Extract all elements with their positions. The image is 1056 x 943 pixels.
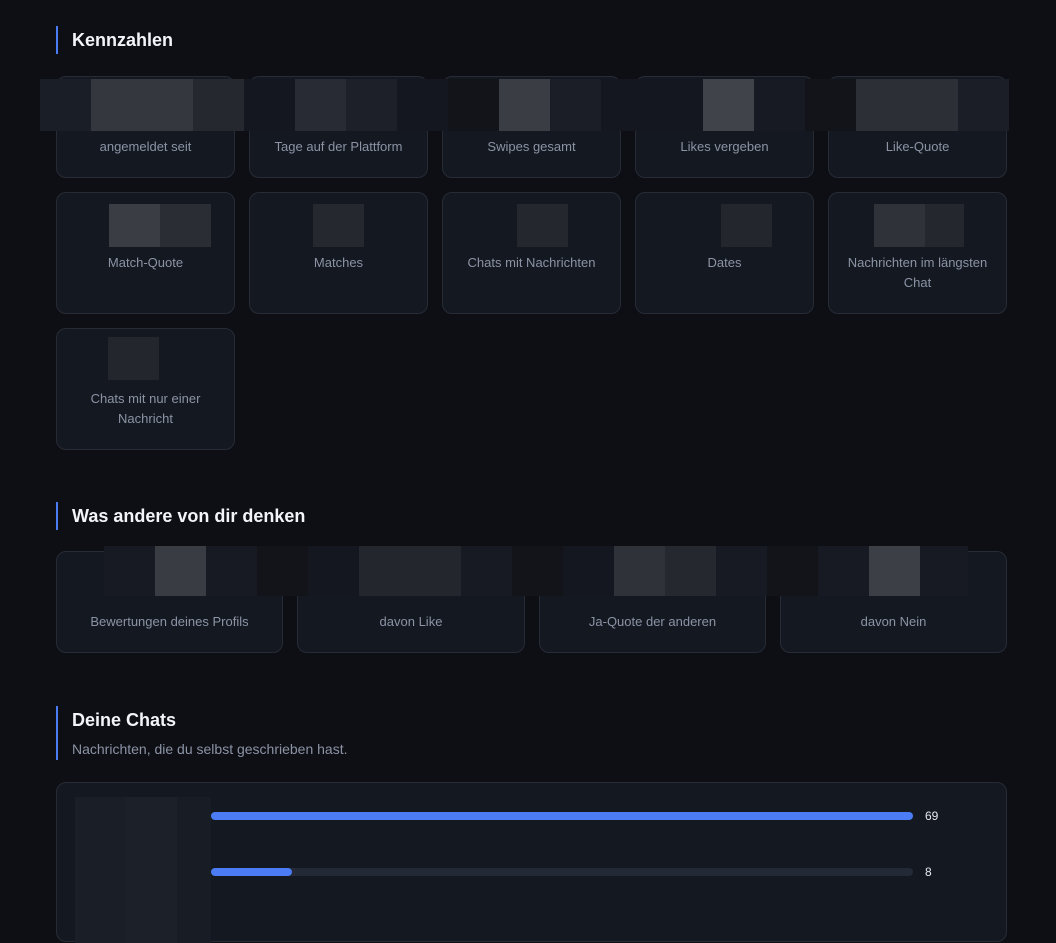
stat-label: Likes vergeben [680,139,769,154]
stat-label: Nachrichten im längsten Chat [847,255,988,290]
chats-header: Deine Chats Nachrichten, die du selbst g… [56,706,348,760]
stat-label: Swipes gesamt [487,139,576,154]
bar [211,812,913,820]
meinungen-header: Was andere von dir denken [56,502,305,530]
chats-subtitle: Nachrichten, die du selbst geschrieben h… [72,741,348,757]
opinion-label: Ja-Quote der anderen [588,614,717,629]
stat-label: Chats mit Nachrichten [467,255,596,270]
stat-label: Chats mit nur einer Nachricht [90,391,201,426]
kennzahlen-title: Kennzahlen [72,30,174,50]
stat-label: Tage auf der Plattform [274,139,403,154]
bar-track [211,812,913,820]
bar [211,868,293,876]
redacted-values-row-1 [40,79,1009,131]
bar-value-label: 69 [925,809,939,823]
chats-bar-chart: 69 8 [56,782,1007,943]
redacted-values-row-2 [721,204,772,247]
redacted-values-row-2 [109,204,211,247]
stat-label: Matches [313,255,364,270]
redacted-values-opinions [104,546,968,596]
redacted-values-row-2 [517,204,568,247]
opinion-label: Bewertungen deines Profils [90,614,249,629]
stat-label: Like-Quote [885,139,950,154]
stat-label: Dates [707,255,742,270]
chats-title: Deine Chats [72,710,177,730]
redacted-value [108,337,159,380]
kennzahlen-header: Kennzahlen [56,26,173,54]
redacted-chat-names [75,797,211,943]
bar-track [211,868,913,876]
opinion-label: davon Nein [860,614,927,629]
redacted-values-row-2 [874,204,964,247]
stat-label: Match-Quote [107,255,184,270]
opinion-label: davon Like [379,614,443,629]
bar-value-label: 8 [925,865,932,879]
stat-label: angemeldet seit [99,139,192,154]
redacted-values-row-2 [313,204,364,247]
meinungen-title: Was andere von dir denken [72,506,306,526]
